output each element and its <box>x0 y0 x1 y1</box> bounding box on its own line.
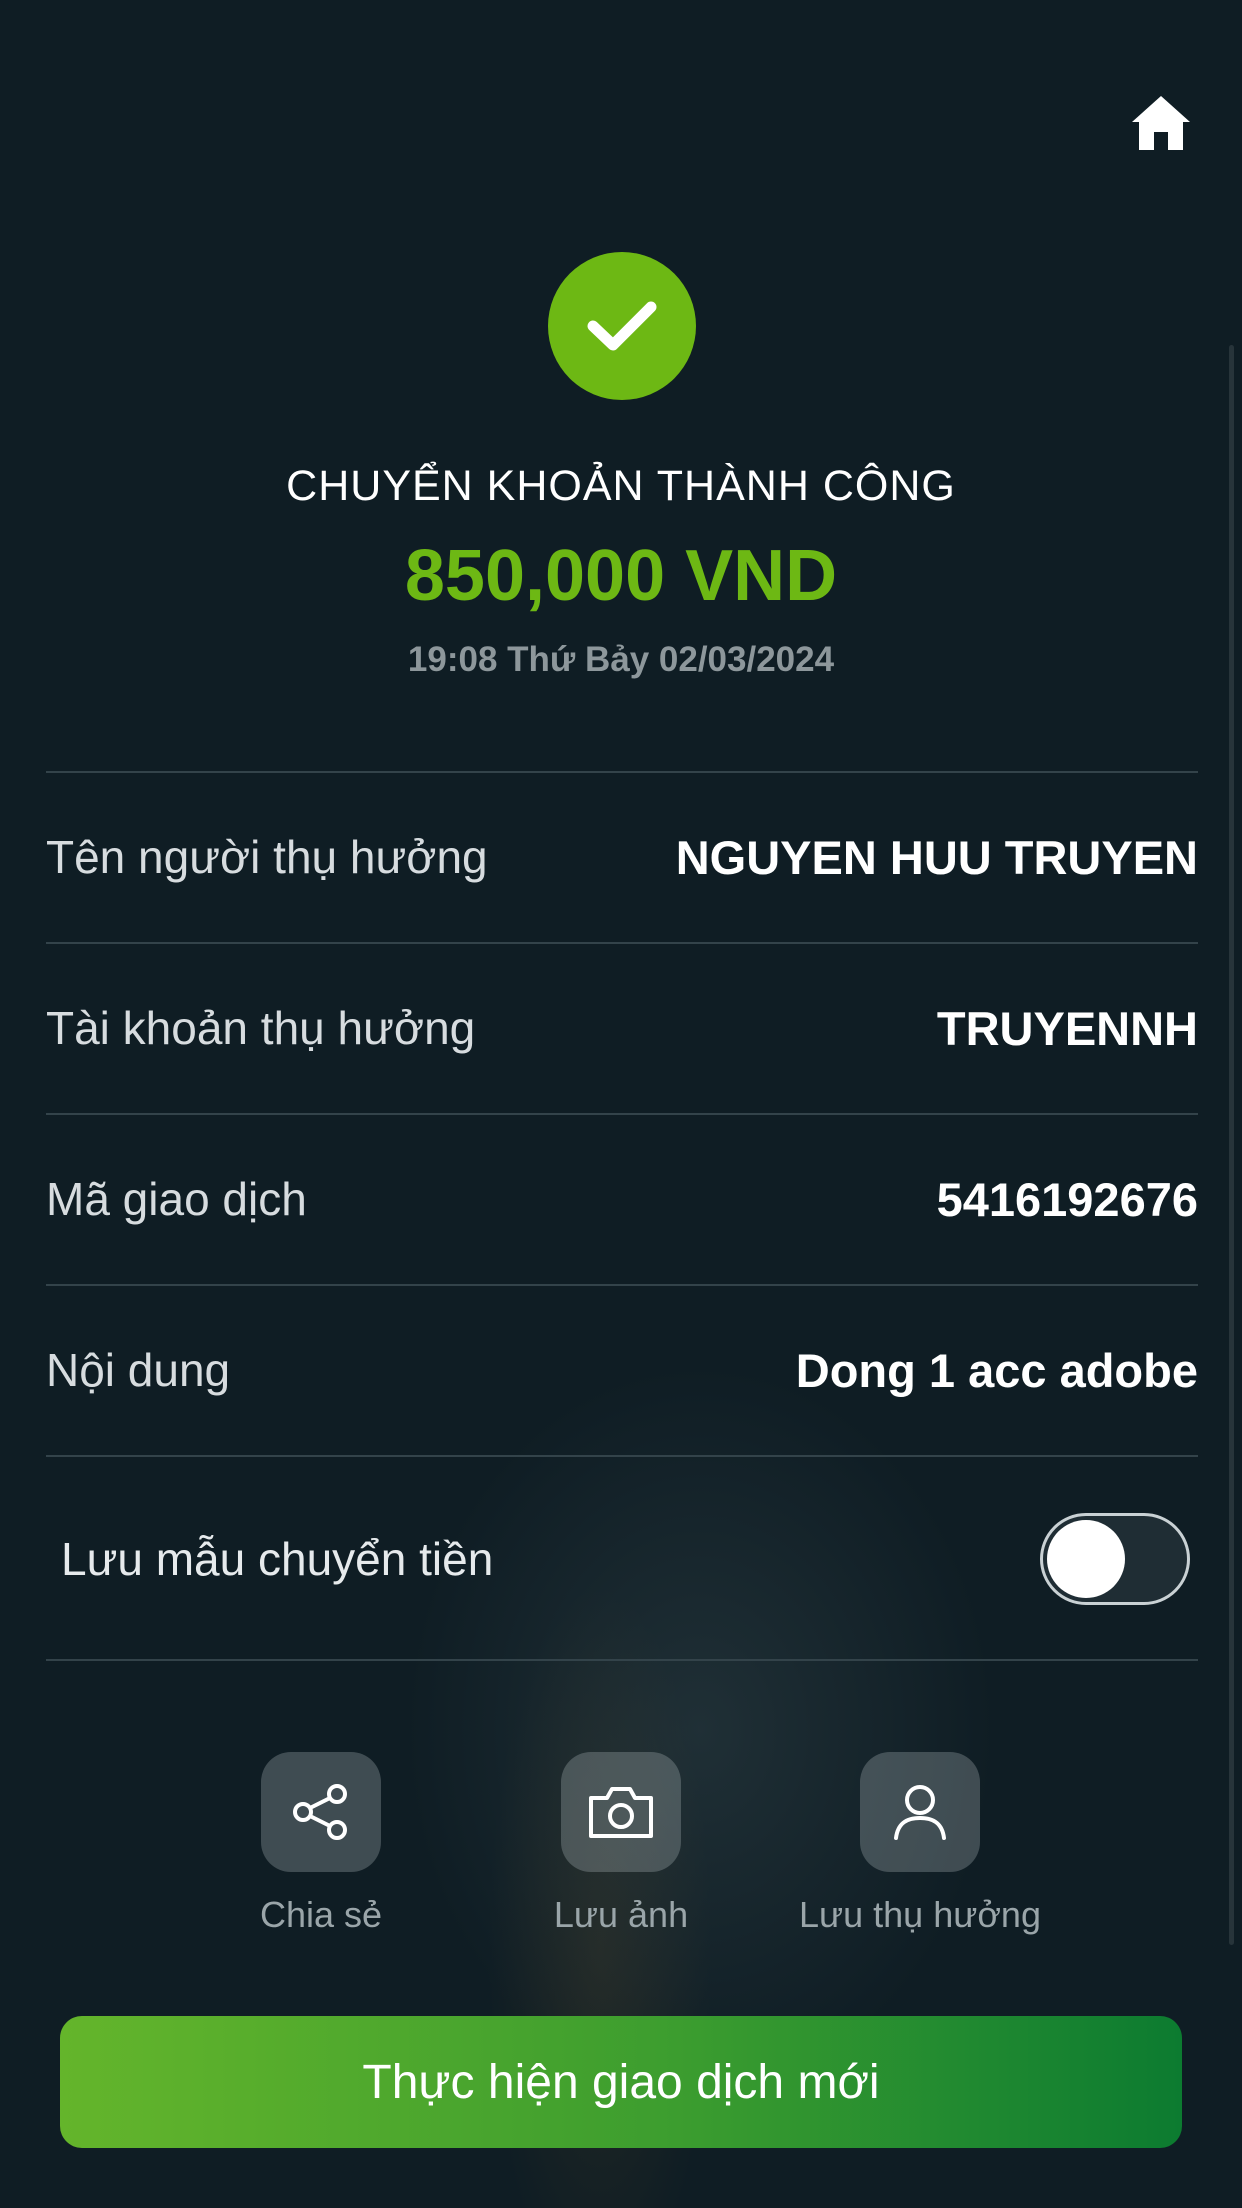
detail-label: Nội dung <box>46 1344 231 1396</box>
share-icon-box <box>261 1752 381 1872</box>
detail-value: 5416192676 <box>936 1172 1198 1226</box>
detail-label: Mã giao dịch <box>46 1173 307 1225</box>
divider <box>46 1659 1198 1661</box>
detail-label: Tên người thụ hưởng <box>46 831 488 883</box>
detail-row-content: Nội dung Dong 1 acc adobe <box>46 1286 1198 1454</box>
share-label: Chia sẻ <box>259 1894 383 1935</box>
detail-value: TRUYENNH <box>936 1001 1198 1055</box>
save-template-toggle[interactable] <box>1040 1512 1190 1605</box>
new-transaction-button[interactable]: Thực hiện giao dịch mới <box>60 2016 1182 2148</box>
detail-row-beneficiary-account: Tài khoản thụ hưởng TRUYENNH <box>46 944 1198 1112</box>
home-button[interactable] <box>1130 92 1192 154</box>
camera-icon <box>589 1787 653 1838</box>
share-icon <box>293 1784 347 1840</box>
user-icon-box <box>860 1752 980 1872</box>
detail-row-beneficiary-name: Tên người thụ hưởng NGUYEN HUU TRUYEN <box>46 773 1198 941</box>
save-beneficiary-button[interactable]: Lưu thụ hưởng <box>790 1752 1050 1936</box>
transfer-amount: 850,000 VND <box>404 536 838 616</box>
save-template-label: Lưu mẫu chuyển tiền <box>61 1532 494 1585</box>
save-image-button[interactable]: Lưu ảnh <box>491 1752 751 1936</box>
transfer-datetime: 19:08 Thứ Bảy 02/03/2024 <box>407 640 835 679</box>
save-template-row: Lưu mẫu chuyển tiền <box>46 1457 1198 1660</box>
share-button[interactable]: Chia sẻ <box>191 1752 451 1936</box>
detail-label: Tài khoản thụ hưởng <box>46 1002 476 1054</box>
detail-value: NGUYEN HUU TRUYEN <box>675 830 1198 884</box>
new-transaction-label: Thực hiện giao dịch mới <box>362 2055 880 2109</box>
success-badge <box>548 252 696 400</box>
detail-value: Dong 1 acc adobe <box>795 1343 1198 1397</box>
save-image-label: Lưu ảnh <box>553 1894 689 1935</box>
detail-row-transaction-id: Mã giao dịch 5416192676 <box>46 1115 1198 1283</box>
user-icon <box>894 1785 946 1840</box>
status-title: CHUYỂN KHOẢN THÀNH CÔNG <box>286 462 956 510</box>
home-icon <box>1132 96 1190 150</box>
camera-icon-box <box>561 1752 681 1872</box>
save-beneficiary-label: Lưu thụ hưởng <box>799 1894 1041 1935</box>
toggle-knob <box>1047 1519 1125 1598</box>
check-icon <box>587 301 657 351</box>
